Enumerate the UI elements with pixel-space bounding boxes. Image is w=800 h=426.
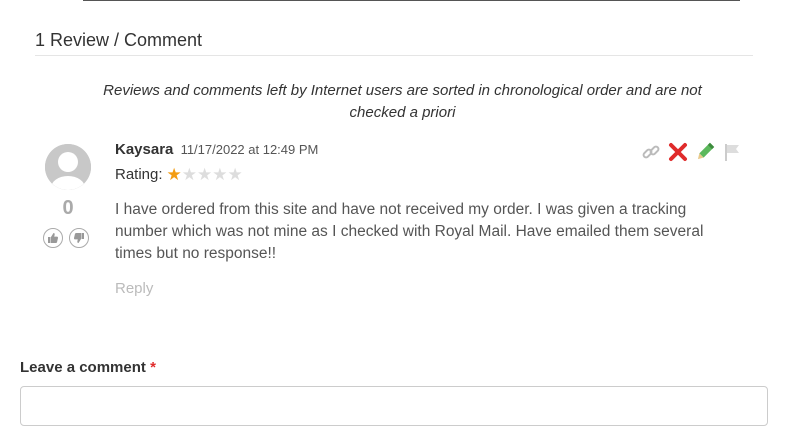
reviews-heading: 1 Review / Comment [35,30,203,50]
star-empty-icon: ★ [227,165,243,184]
thumbs-up-icon [48,233,59,243]
comment-text: I have ordered from this site and have n… [115,201,704,262]
rating-stars: ★ ★ ★ ★ ★ [167,166,243,183]
link-icon[interactable] [640,140,662,164]
comment-textarea[interactable] [20,386,768,426]
star-filled-icon: ★ [166,165,182,184]
thumbs-up-button[interactable] [43,228,63,248]
comment-author: Kaysara [115,141,174,158]
thumbs-down-icon [73,233,84,243]
comment-meta: Kaysara 11/17/2022 at 12:49 PM [115,141,318,158]
edit-icon[interactable] [694,140,716,164]
comment-date: 11/17/2022 at 12:49 PM [180,142,319,157]
reply-link[interactable]: Reply [115,280,153,297]
required-marker: * [150,359,156,376]
rating-label: Rating: [115,166,163,183]
reviews-disclaimer: Reviews and comments left by Internet us… [103,82,702,121]
heading-divider [35,55,753,56]
star-empty-icon: ★ [197,165,213,184]
leave-comment-label: Leave a comment [20,359,146,376]
delete-icon[interactable] [667,140,689,164]
comment-actions [640,140,743,164]
top-divider [83,0,740,1]
thumbs-down-button[interactable] [69,228,89,248]
avatar [45,144,91,190]
flag-icon[interactable] [721,140,743,164]
star-empty-icon: ★ [212,165,228,184]
leave-comment-heading: Leave a comment * [20,359,156,376]
user-avatar-icon [45,144,91,190]
vote-count: 0 [62,197,74,219]
star-empty-icon: ★ [181,165,198,184]
comment-rating: Rating: ★ ★ ★ ★ ★ [115,166,243,183]
